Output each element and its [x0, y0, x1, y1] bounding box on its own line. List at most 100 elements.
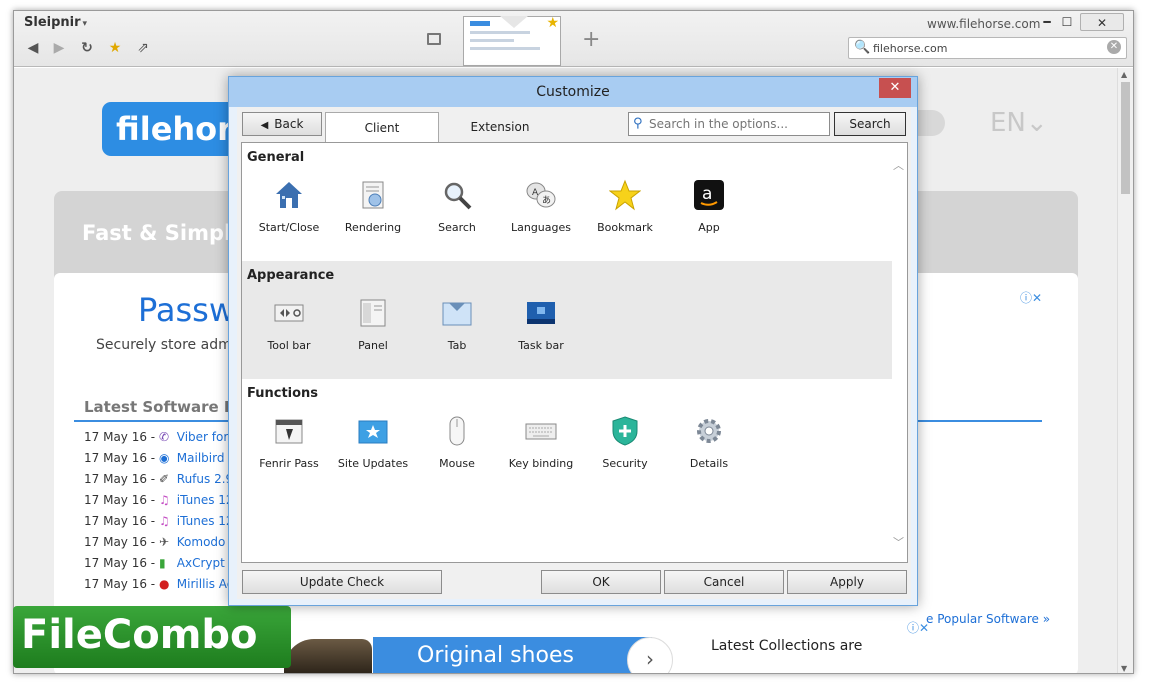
- options-search-field[interactable]: ⚲: [628, 112, 830, 136]
- ad-choices-icon[interactable]: ⓘ✕: [907, 619, 929, 636]
- scroll-up-icon[interactable]: ▲: [1121, 70, 1127, 79]
- apply-button[interactable]: Apply: [787, 570, 907, 594]
- option-label: Task bar: [518, 339, 564, 352]
- close-window-button[interactable]: ✕: [1080, 13, 1124, 31]
- option-label: Tool bar: [267, 339, 311, 352]
- option-mouse[interactable]: Mouse: [415, 415, 499, 470]
- section-title: Functions: [247, 386, 319, 401]
- shoe-ad-image[interactable]: [284, 639, 372, 673]
- option-search[interactable]: Search: [415, 179, 499, 234]
- option-details[interactable]: Details: [667, 415, 751, 470]
- rufus-icon: ✐: [158, 472, 170, 486]
- section-general: General Start/Close Rendering Search A あ…: [242, 143, 892, 261]
- option-rendering[interactable]: Rendering: [331, 179, 415, 234]
- app-name: Sleipnir: [24, 15, 81, 30]
- option-fenrir-pass[interactable]: Fenrir Pass: [247, 415, 331, 470]
- bookmark-star-icon[interactable]: ★: [106, 39, 124, 57]
- options-search-input[interactable]: [649, 116, 825, 132]
- ad-collections-text: Latest Collections are: [711, 638, 863, 654]
- chevron-right-icon[interactable]: ›: [627, 637, 673, 673]
- release-date: 17 May 16 -: [84, 451, 156, 465]
- option-site-updates[interactable]: Site Updates: [331, 415, 415, 470]
- release-date: 17 May 16 -: [84, 577, 156, 591]
- ad-choices-icon[interactable]: ⓘ✕: [1020, 289, 1042, 306]
- tab-notch: [500, 16, 528, 28]
- release-date: 17 May 16 -: [84, 535, 156, 549]
- option-tool-bar[interactable]: Tool bar: [247, 297, 331, 352]
- option-task-bar[interactable]: Task bar: [499, 297, 583, 352]
- svg-text:a: a: [702, 184, 712, 204]
- list-item: 17 May 16 - ◉ Mailbird 2.3: [84, 451, 249, 472]
- scroll-down-icon[interactable]: ▼: [1121, 664, 1127, 673]
- option-languages[interactable]: Aあ Languages: [499, 179, 583, 234]
- app-menu[interactable]: Sleipnir ▾: [24, 15, 87, 30]
- list-item: 17 May 16 - ✐ Rufus 2.9: [84, 472, 249, 493]
- scroll-down-icon[interactable]: ﹀: [893, 534, 904, 550]
- option-start-close[interactable]: Start/Close: [247, 179, 331, 234]
- axcrypt-icon: ▮: [158, 556, 166, 570]
- option-label: App: [698, 221, 720, 234]
- shoe-ad-banner[interactable]: Original shoes › Latest Collections are …: [373, 621, 929, 673]
- ad-headline[interactable]: Passw: [138, 291, 235, 329]
- section-title: General: [247, 150, 305, 165]
- update-check-button[interactable]: Update Check: [242, 570, 442, 594]
- back-button[interactable]: ◀ Back: [242, 112, 322, 136]
- search-button[interactable]: Search: [834, 112, 906, 136]
- options-panel: General Start/Close Rendering Search A あ…: [241, 142, 908, 563]
- options-scrollbar[interactable]: ︿ ﹀: [890, 143, 907, 562]
- release-date: 17 May 16 -: [84, 514, 156, 528]
- toolbar-icon: [274, 304, 304, 322]
- itunes-icon: ♫: [158, 514, 170, 528]
- dialog-title: Customize: [536, 84, 610, 100]
- back-label: Back: [274, 117, 304, 131]
- site-updates-icon: [358, 420, 388, 444]
- software-link[interactable]: Rufus 2.9: [177, 472, 233, 486]
- maximize-icon[interactable]: ☐: [1060, 13, 1074, 31]
- mailbird-icon: ◉: [158, 451, 170, 465]
- back-arrow-icon: ◀: [260, 120, 269, 131]
- address-search-input[interactable]: 🔍 filehorse.com ✕: [848, 37, 1127, 59]
- option-panel[interactable]: Panel: [331, 297, 415, 352]
- list-item: 17 May 16 - ● Mirillis Actio: [84, 577, 249, 598]
- minimize-icon[interactable]: ━: [1040, 13, 1054, 31]
- tab-icon: [442, 302, 472, 326]
- option-security[interactable]: Security: [583, 415, 667, 470]
- house-icon: [276, 182, 302, 208]
- popular-software-link[interactable]: e Popular Software »: [926, 612, 1050, 626]
- forward-nav-icon[interactable]: ▶: [50, 39, 68, 57]
- tab-thumbnail[interactable]: ★: [463, 15, 561, 66]
- option-key-binding[interactable]: Key binding: [499, 415, 583, 470]
- star-icon: ★: [546, 15, 559, 31]
- tab-extension[interactable]: Extension: [441, 112, 559, 142]
- reload-icon[interactable]: ↻: [78, 39, 96, 57]
- scroll-up-icon[interactable]: ︿: [893, 157, 904, 173]
- option-app[interactable]: a App: [667, 179, 751, 234]
- dialog-body: ◀ Back Client Extension ⚲ Search General …: [237, 107, 911, 599]
- option-bookmark[interactable]: Bookmark: [583, 179, 667, 234]
- cancel-button[interactable]: Cancel: [664, 570, 784, 594]
- section-appearance: Appearance Tool bar Panel Tab Task bar: [242, 261, 892, 379]
- share-icon[interactable]: ⇗: [134, 39, 152, 57]
- option-label: Bookmark: [597, 221, 653, 234]
- watermark-text: FileCombo: [21, 612, 258, 658]
- tab-client[interactable]: Client: [325, 112, 439, 142]
- shield-icon: [612, 416, 638, 446]
- language-selector[interactable]: EN⌄: [990, 108, 1048, 138]
- ok-button[interactable]: OK: [541, 570, 661, 594]
- back-nav-icon[interactable]: ◀: [24, 39, 42, 57]
- svg-text:A: A: [532, 188, 539, 198]
- clear-icon[interactable]: ✕: [1107, 40, 1121, 54]
- scroll-thumb[interactable]: [1121, 82, 1130, 194]
- dialog-close-button[interactable]: ✕: [879, 78, 911, 98]
- ad-subheadline: Securely store admin: [96, 337, 245, 353]
- itunes-icon: ♫: [158, 493, 170, 507]
- search-icon: ⚲: [633, 116, 643, 131]
- option-tab[interactable]: Tab: [415, 297, 499, 352]
- thumb-header: [470, 21, 490, 26]
- option-label: Security: [602, 457, 648, 470]
- ad-title: Original shoes: [417, 643, 574, 668]
- page-scrollbar[interactable]: ▲ ▼: [1117, 68, 1133, 673]
- watermark-logo: FileCombo: [13, 606, 291, 668]
- tab-list-icon[interactable]: [427, 33, 441, 45]
- new-tab-button[interactable]: +: [582, 27, 600, 52]
